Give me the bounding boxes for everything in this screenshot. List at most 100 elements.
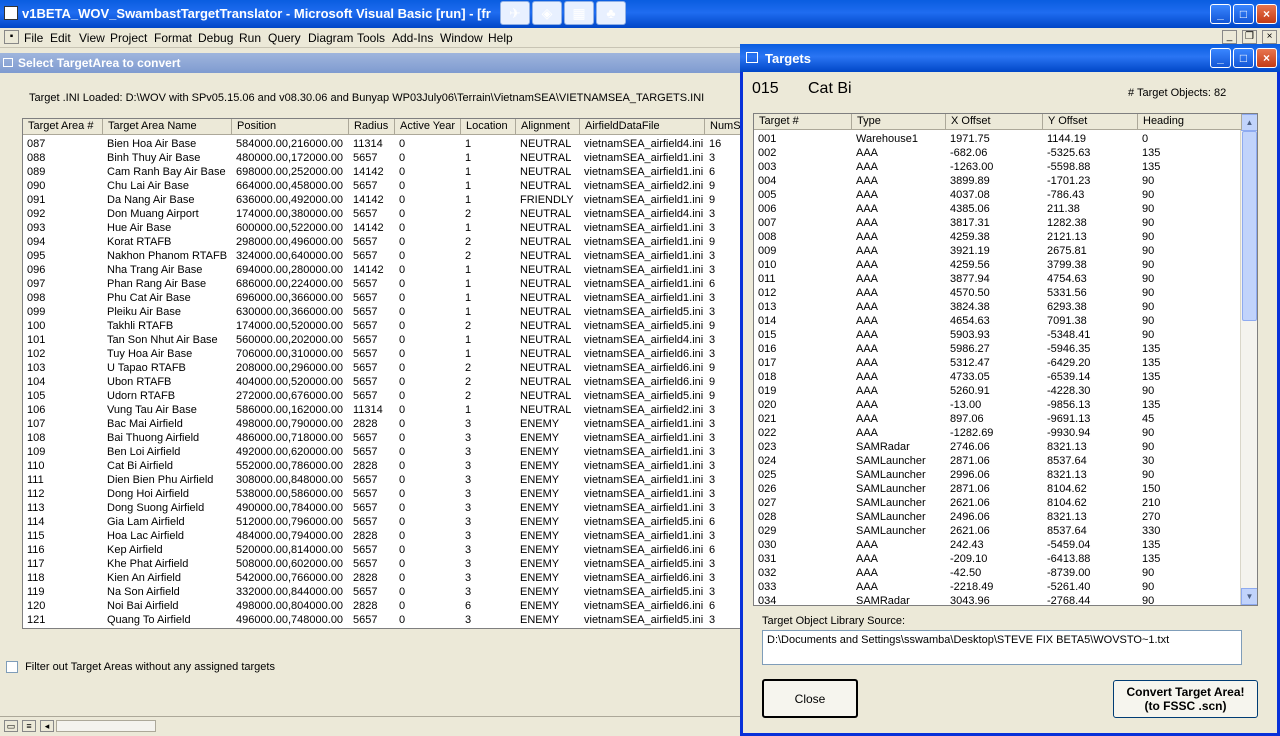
table-row[interactable]: 117 Khe Phat Airfield 508000.00,602000.00 5… bbox=[23, 557, 741, 571]
table-row[interactable]: 113 Dong Suong Airfield 490000.00,784000.0… bbox=[23, 501, 741, 515]
column-header-target-[interactable]: Target # bbox=[754, 114, 852, 130]
minimize-button[interactable]: _ bbox=[1210, 4, 1231, 24]
targets-close-button[interactable]: × bbox=[1256, 48, 1277, 68]
scroll-left-icon[interactable]: ◂ bbox=[40, 720, 54, 732]
horizontal-scrollbar[interactable] bbox=[56, 720, 156, 732]
menu-addins[interactable]: Add-Ins bbox=[392, 31, 433, 45]
quicklaunch-icon-4[interactable]: ♣ bbox=[596, 1, 626, 25]
table-row[interactable]: 034 SAMRadar 3043.96 -2768.44 90 bbox=[754, 594, 1242, 605]
table-row[interactable]: 119 Na Son Airfield 332000.00,844000.00 565… bbox=[23, 585, 741, 599]
table-row[interactable]: 018 AAA 4733.05 -6539.14 135 bbox=[754, 370, 1242, 384]
table-row[interactable]: 109 Ben Loi Airfield 492000.00,620000.00 56… bbox=[23, 445, 741, 459]
table-row[interactable]: 009 AAA 3921.19 2675.81 90 bbox=[754, 244, 1242, 258]
table-row[interactable]: 112 Dong Hoi Airfield 538000.00,586000.00 5… bbox=[23, 487, 741, 501]
table-row[interactable]: 012 AAA 4570.50 5331.56 90 bbox=[754, 286, 1242, 300]
table-row[interactable]: 090 Chu Lai Air Base 664000.00,458000.00 56… bbox=[23, 179, 741, 193]
table-row[interactable]: 023 SAMRadar 2746.06 8321.13 90 bbox=[754, 440, 1242, 454]
table-row[interactable]: 103 U Tapao RTAFB 208000.00,296000.00 5657 0… bbox=[23, 361, 741, 375]
scroll-down-icon[interactable]: ▼ bbox=[1241, 588, 1257, 605]
table-row[interactable]: 010 AAA 4259.56 3799.38 90 bbox=[754, 258, 1242, 272]
target-area-grid[interactable]: Target Area # Target Area Name Position Rad… bbox=[22, 118, 742, 629]
table-row[interactable]: 022 AAA -1282.69 -9930.94 90 bbox=[754, 426, 1242, 440]
close-button[interactable]: × bbox=[1256, 4, 1277, 24]
column-header-type[interactable]: Type bbox=[852, 114, 946, 130]
menu-view[interactable]: View bbox=[79, 31, 105, 45]
table-row[interactable]: 087 Bien Hoa Air Base 584000.00,216000.00 1… bbox=[23, 137, 741, 151]
table-row[interactable]: 032 AAA -42.50 -8739.00 90 bbox=[754, 566, 1242, 580]
table-row[interactable]: 033 AAA -2218.49 -5261.40 90 bbox=[754, 580, 1242, 594]
mdi-doc-icon[interactable]: ▪ bbox=[4, 30, 19, 44]
menu-help[interactable]: Help bbox=[488, 31, 513, 45]
column-header-active-year[interactable]: Active Year bbox=[395, 119, 461, 135]
table-row[interactable]: 098 Phu Cat Air Base 696000.00,366000.00 56… bbox=[23, 291, 741, 305]
targets-grid[interactable]: ▲ ▼ Target # Type X Offset Y Offset Heading 0… bbox=[753, 113, 1258, 606]
table-row[interactable]: 114 Gia Lam Airfield 512000.00,796000.00 56… bbox=[23, 515, 741, 529]
table-row[interactable]: 111 Dien Bien Phu Airfield 308000.00,84800… bbox=[23, 473, 741, 487]
scroll-up-icon[interactable]: ▲ bbox=[1241, 114, 1257, 131]
table-row[interactable]: 027 SAMLauncher 2621.06 8104.62 210 bbox=[754, 496, 1242, 510]
table-row[interactable]: 004 AAA 3899.89 -1701.23 90 bbox=[754, 174, 1242, 188]
table-row[interactable]: 107 Bac Mai Airfield 498000.00,790000.00 28… bbox=[23, 417, 741, 431]
scroll-thumb[interactable] bbox=[1242, 131, 1257, 321]
table-row[interactable]: 115 Hoa Lac Airfield 484000.00,794000.00 28… bbox=[23, 529, 741, 543]
column-header-location[interactable]: Location bbox=[461, 119, 516, 135]
table-row[interactable]: 099 Pleiku Air Base 630000.00,366000.00 565… bbox=[23, 305, 741, 319]
column-header-target-area-[interactable]: Target Area # bbox=[23, 119, 103, 135]
table-row[interactable]: 017 AAA 5312.47 -6429.20 135 bbox=[754, 356, 1242, 370]
table-row[interactable]: 093 Hue Air Base 600000.00,522000.00 14142 0… bbox=[23, 221, 741, 235]
table-row[interactable]: 095 Nakhon Phanom RTAFB 324000.00,640000.0… bbox=[23, 249, 741, 263]
library-source-field[interactable]: D:\Documents and Settings\sswamba\Deskto… bbox=[762, 630, 1242, 665]
column-header-heading[interactable]: Heading bbox=[1138, 114, 1242, 130]
view-form-icon[interactable]: ▭ bbox=[4, 720, 18, 732]
table-row[interactable]: 121 Quang To Airfield 496000.00,748000.00 5… bbox=[23, 613, 741, 627]
column-header-airfielddatafile[interactable]: AirfieldDataFile bbox=[580, 119, 705, 135]
table-row[interactable]: 019 AAA 5260.91 -4228.30 90 bbox=[754, 384, 1242, 398]
table-row[interactable]: 116 Kep Airfield 520000.00,814000.00 5657 0 3… bbox=[23, 543, 741, 557]
table-row[interactable]: 025 SAMLauncher 2996.06 8321.13 90 bbox=[754, 468, 1242, 482]
table-row[interactable]: 015 AAA 5903.93 -5348.41 90 bbox=[754, 328, 1242, 342]
quicklaunch-icon-3[interactable]: ▦ bbox=[564, 1, 594, 25]
table-row[interactable]: 092 Don Muang Airport 174000.00,380000.00 5… bbox=[23, 207, 741, 221]
quicklaunch-icon-2[interactable]: ◈ bbox=[532, 1, 562, 25]
table-row[interactable]: 008 AAA 4259.38 2121.13 90 bbox=[754, 230, 1242, 244]
table-row[interactable]: 101 Tan Son Nhut Air Base 560000.00,202000… bbox=[23, 333, 741, 347]
mdi-minimize-icon[interactable]: _ bbox=[1222, 30, 1237, 44]
menu-project[interactable]: Project bbox=[110, 31, 147, 45]
table-row[interactable]: 106 Vung Tau Air Base 586000.00,162000.00 1… bbox=[23, 403, 741, 417]
menu-edit[interactable]: Edit bbox=[50, 31, 71, 45]
menu-query[interactable]: Query bbox=[268, 31, 301, 45]
column-header-x-offset[interactable]: X Offset bbox=[946, 114, 1043, 130]
table-row[interactable]: 021 AAA 897.06 -9691.13 45 bbox=[754, 412, 1242, 426]
table-row[interactable]: 031 AAA -209.10 -6413.88 135 bbox=[754, 552, 1242, 566]
column-header-target-area-name[interactable]: Target Area Name bbox=[103, 119, 232, 135]
table-row[interactable]: 102 Tuy Hoa Air Base 706000.00,310000.00 56… bbox=[23, 347, 741, 361]
table-row[interactable]: 003 AAA -1263.00 -5598.88 135 bbox=[754, 160, 1242, 174]
mdi-close-icon[interactable]: × bbox=[1262, 30, 1277, 44]
table-row[interactable]: 120 Noi Bai Airfield 498000.00,804000.00 28… bbox=[23, 599, 741, 613]
maximize-button[interactable]: □ bbox=[1233, 4, 1254, 24]
targets-maximize-button[interactable]: □ bbox=[1233, 48, 1254, 68]
table-row[interactable]: 029 SAMLauncher 2621.06 8537.64 330 bbox=[754, 524, 1242, 538]
menu-run[interactable]: Run bbox=[239, 31, 261, 45]
table-row[interactable]: 005 AAA 4037.08 -786.43 90 bbox=[754, 188, 1242, 202]
table-row[interactable]: 026 SAMLauncher 2871.06 8104.62 150 bbox=[754, 482, 1242, 496]
table-row[interactable]: 006 AAA 4385.06 211.38 90 bbox=[754, 202, 1242, 216]
column-header-position[interactable]: Position bbox=[232, 119, 349, 135]
table-row[interactable]: 097 Phan Rang Air Base 686000.00,224000.00… bbox=[23, 277, 741, 291]
close-dialog-button[interactable]: Close bbox=[762, 679, 858, 718]
table-row[interactable]: 110 Cat Bi Airfield 552000.00,786000.00 282… bbox=[23, 459, 741, 473]
table-row[interactable]: 088 Binh Thuy Air Base 480000.00,172000.00… bbox=[23, 151, 741, 165]
table-row[interactable]: 014 AAA 4654.63 7091.38 90 bbox=[754, 314, 1242, 328]
targets-minimize-button[interactable]: _ bbox=[1210, 48, 1231, 68]
table-row[interactable]: 108 Bai Thuong Airfield 486000.00,718000.0… bbox=[23, 431, 741, 445]
table-row[interactable]: 020 AAA -13.00 -9856.13 135 bbox=[754, 398, 1242, 412]
column-header-alignment[interactable]: Alignment bbox=[516, 119, 580, 135]
table-row[interactable]: 016 AAA 5986.27 -5946.35 135 bbox=[754, 342, 1242, 356]
table-row[interactable]: 094 Korat RTAFB 298000.00,496000.00 5657 0 2 N… bbox=[23, 235, 741, 249]
table-row[interactable]: 001 Warehouse1 1971.75 1144.19 0 bbox=[754, 132, 1242, 146]
table-row[interactable]: 100 Takhli RTAFB 174000.00,520000.00 5657 0 2… bbox=[23, 319, 741, 333]
filter-checkbox-row[interactable]: Filter out Target Areas without any assi… bbox=[6, 661, 275, 674]
table-row[interactable]: 024 SAMLauncher 2871.06 8537.64 30 bbox=[754, 454, 1242, 468]
column-header-y-offset[interactable]: Y Offset bbox=[1043, 114, 1138, 130]
table-row[interactable]: 013 AAA 3824.38 6293.38 90 bbox=[754, 300, 1242, 314]
